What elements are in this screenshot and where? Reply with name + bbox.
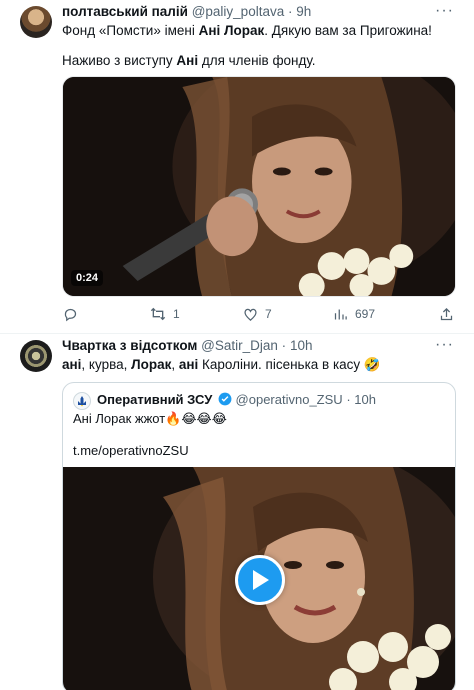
quote-avatar — [73, 392, 91, 410]
quote-time: 10h — [354, 392, 376, 407]
reply-button[interactable] — [62, 306, 85, 322]
views-icon — [332, 306, 348, 322]
tweet-header: Чвартка з відсотком @Satir_Djan · 10h — [62, 338, 312, 356]
author-handle[interactable]: @paliy_poltava — [192, 4, 285, 19]
retweet-button[interactable]: 1 — [150, 306, 180, 322]
views-button[interactable]: 697 — [332, 306, 375, 322]
avatar[interactable] — [20, 6, 52, 38]
author-name[interactable]: полтавський палій — [62, 4, 188, 19]
author-name[interactable]: Чвартка з відсотком — [62, 338, 197, 353]
quote-link[interactable]: t.me/operativnoZSU — [73, 443, 189, 458]
like-count: 7 — [265, 307, 272, 321]
share-button[interactable] — [438, 306, 454, 322]
video-player[interactable]: 0:24 — [62, 76, 456, 297]
verified-badge-icon — [218, 392, 232, 406]
quote-author-name: Оперативний ЗСУ — [97, 392, 213, 407]
like-button[interactable]: 7 — [242, 306, 272, 322]
tweet-2[interactable]: Чвартка з відсотком @Satir_Djan · 10h ··… — [0, 334, 474, 690]
quote-header: Оперативний ЗСУ @operativno_ZSU · 10h — [97, 392, 376, 407]
retweet-icon — [150, 306, 166, 322]
quote-handle: @operativno_ZSU — [235, 392, 343, 407]
timestamp[interactable]: 9h — [296, 4, 311, 19]
view-count: 697 — [355, 307, 376, 321]
separator: · — [346, 392, 351, 407]
reply-icon — [62, 306, 78, 322]
quote-text: Ані Лорак жжот🔥😂😂😂 — [73, 411, 227, 426]
more-options-icon[interactable]: ··· — [435, 2, 454, 20]
video-thumbnail — [63, 77, 455, 296]
quoted-tweet[interactable]: Оперативний ЗСУ @operativno_ZSU · 10h Ан… — [62, 382, 456, 690]
tweet-text-line-1: Фонд «Помсти» імені Ані Лорак. Дякую вам… — [62, 23, 432, 38]
play-button[interactable] — [235, 555, 285, 605]
separator: · — [281, 338, 287, 353]
author-handle[interactable]: @Satir_Djan — [201, 338, 278, 353]
avatar[interactable] — [20, 340, 52, 372]
heart-icon — [242, 306, 258, 322]
timestamp[interactable]: 10h — [290, 338, 313, 353]
action-bar: 1 7 697 — [62, 306, 456, 324]
quote-video[interactable] — [63, 467, 455, 690]
share-icon — [438, 306, 454, 322]
play-icon — [253, 570, 269, 590]
separator: · — [287, 4, 293, 19]
ukraine-trident-icon — [78, 396, 86, 407]
video-duration: 0:24 — [71, 270, 104, 286]
retweet-count: 1 — [173, 307, 180, 321]
tweet-header: полтавський палій @paliy_poltava · 9h — [62, 4, 311, 22]
more-options-icon[interactable]: ··· — [435, 336, 454, 354]
tweet-text: ані, курва, Лорак, ані Кароліни. пісеньк… — [62, 357, 381, 372]
tweet-text-line-2: Наживо з виступу Ані для членів фонду. — [62, 53, 316, 68]
tweet-1[interactable]: полтавський палій @paliy_poltava · 9h ··… — [0, 0, 474, 334]
